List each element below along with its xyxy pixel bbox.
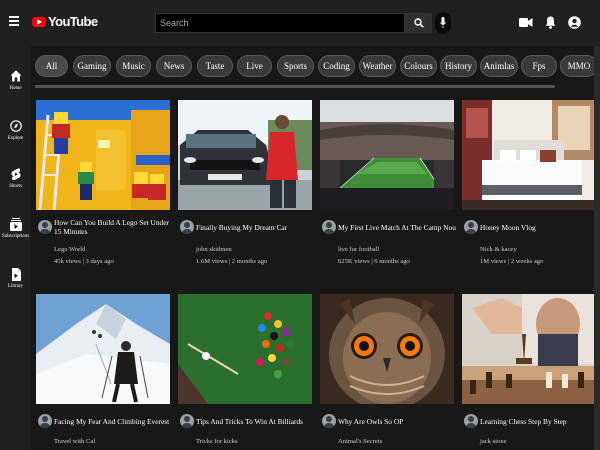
channel-name[interactable]: Lego World (54, 246, 85, 253)
chip-weather[interactable]: Weather (359, 55, 396, 77)
chip-colours[interactable]: Colours (400, 55, 437, 77)
library-icon (12, 268, 21, 281)
page-scrollbar[interactable] (594, 46, 600, 450)
chip-live[interactable]: Live (237, 55, 272, 77)
video-thumbnail[interactable] (320, 100, 454, 210)
filter-chip-bar: All Gaming Music News Taste Live Sports … (35, 55, 600, 77)
video-title[interactable]: Why Are Owls So OP (338, 417, 456, 426)
channel-avatar[interactable] (322, 220, 336, 234)
youtube-logo[interactable]: YouTube (32, 14, 98, 29)
video-thumbnail[interactable] (462, 100, 596, 210)
sidebar-item-label: Explore (7, 136, 24, 141)
search-input[interactable] (155, 13, 405, 33)
video-thumbnail[interactable] (178, 100, 312, 210)
chip-taste[interactable]: Taste (197, 55, 233, 77)
chip-animlas[interactable]: Animlas (480, 55, 518, 77)
sidebar-item-label: Shorts (9, 184, 22, 189)
video-thumbnail[interactable] (36, 100, 170, 210)
chip-history[interactable]: History (440, 55, 477, 77)
chip-coding[interactable]: Coding (318, 55, 355, 77)
youtube-logo-icon (32, 16, 46, 27)
sidebar-item-subscriptions[interactable]: Subscriptions (0, 218, 31, 239)
chip-gaming[interactable]: Gaming (73, 55, 111, 77)
sidebar-item-explore[interactable]: Explore (0, 120, 31, 141)
channel-name[interactable]: john skidmen (196, 246, 232, 253)
video-title[interactable]: Learning Chess Step By Step (480, 417, 598, 426)
chip-news[interactable]: News (156, 55, 192, 77)
video-camera-icon (519, 17, 533, 27)
sidebar: Home Explore Shorts Subscriptions Librar… (0, 46, 31, 450)
channel-name[interactable]: jack stone (480, 438, 507, 445)
sidebar-item-shorts[interactable]: Shorts (0, 168, 31, 189)
video-thumbnail[interactable] (36, 294, 170, 404)
bell-icon (545, 16, 555, 29)
top-bar: YouTube (0, 0, 600, 46)
video-title[interactable]: Facing My Fear And Climbing Everest (54, 417, 172, 426)
sidebar-item-library[interactable]: Library (0, 268, 31, 289)
notifications-button[interactable] (543, 15, 557, 29)
chip-sports[interactable]: Sports (277, 55, 314, 77)
logo-text: YouTube (48, 14, 98, 29)
channel-name[interactable]: live for football (338, 246, 379, 253)
chip-mmo[interactable]: MMO (560, 55, 598, 77)
channel-avatar[interactable] (464, 220, 478, 234)
channel-avatar[interactable] (180, 414, 194, 428)
chip-bar-scrollbar[interactable] (35, 85, 555, 88)
search-icon (413, 18, 424, 28)
channel-avatar[interactable] (38, 414, 52, 428)
channel-name[interactable]: Travel with Cal (54, 438, 95, 445)
hamburger-icon[interactable] (9, 16, 19, 28)
sidebar-item-home[interactable]: Home (0, 70, 31, 91)
channel-avatar[interactable] (180, 220, 194, 234)
subscriptions-icon (9, 218, 22, 231)
channel-name[interactable]: Animal's Secrets (338, 438, 382, 445)
account-icon (567, 15, 581, 29)
video-meta: 1.6M views | 2 months ago (196, 258, 268, 265)
channel-avatar[interactable] (322, 414, 336, 428)
video-title[interactable]: Honey Moon Vlog (480, 223, 598, 232)
chip-all[interactable]: All (35, 55, 68, 77)
sidebar-item-label: Home (9, 86, 22, 91)
video-thumbnail[interactable] (320, 294, 454, 404)
mic-icon (440, 17, 446, 28)
video-title[interactable]: Finally Buying My Dream Car (196, 223, 314, 232)
home-icon (10, 70, 21, 82)
sidebar-item-label: Subscriptions (1, 234, 30, 239)
sidebar-item-label: Library (8, 284, 23, 289)
channel-avatar[interactable] (38, 220, 52, 234)
video-title[interactable]: How Can You Build A Lego Set Under 15 Mi… (54, 218, 172, 236)
search-button[interactable] (405, 13, 432, 33)
video-title[interactable]: My First Live Match At The Camp Nou (338, 223, 456, 232)
video-thumbnail[interactable] (462, 294, 596, 404)
compass-icon (9, 120, 22, 132)
channel-name[interactable]: Nick & kacey (480, 246, 517, 253)
channel-name[interactable]: Tricks for kicks (196, 438, 238, 445)
video-meta: 625K views | 6 months ago (338, 258, 410, 265)
chip-fps[interactable]: Fps (521, 55, 557, 77)
video-meta: 45k views | 3 days ago (54, 258, 114, 265)
video-meta: 1M views | 2 weeks ago (480, 258, 544, 265)
create-video-button[interactable] (519, 15, 533, 29)
video-title[interactable]: Tips And Tricks To Win At Billiards (196, 417, 314, 426)
shorts-icon (11, 168, 20, 181)
voice-search-button[interactable] (435, 12, 451, 34)
video-thumbnail[interactable] (178, 294, 312, 404)
chip-music[interactable]: Music (116, 55, 151, 77)
account-button[interactable] (567, 15, 581, 29)
channel-avatar[interactable] (464, 414, 478, 428)
